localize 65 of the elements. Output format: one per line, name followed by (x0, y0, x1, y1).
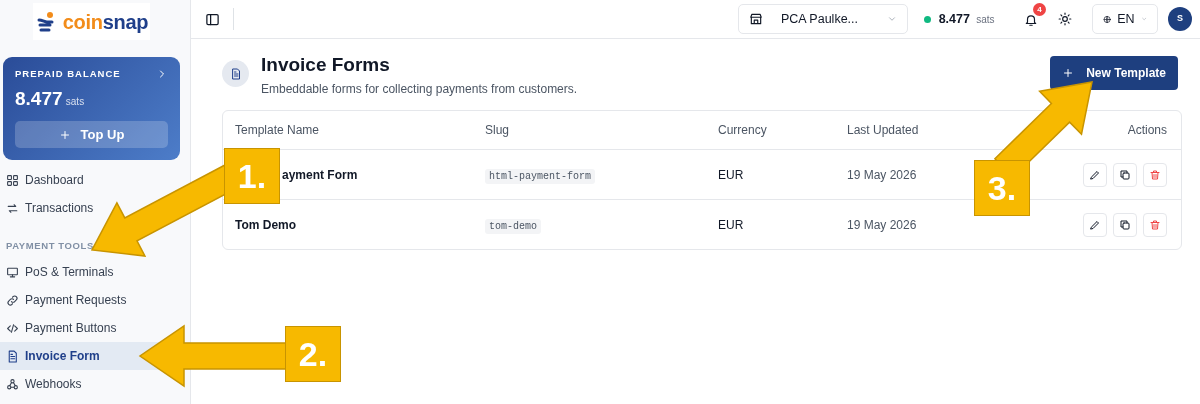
column-header: Template Name (235, 122, 321, 139)
link-icon (6, 293, 19, 307)
plus-icon (58, 128, 71, 141)
store-icon (748, 12, 763, 26)
sun-icon[interactable] (1058, 12, 1072, 26)
balance-amount: 8.477 (938, 10, 970, 28)
sidebar-item[interactable]: Payment Requests (0, 286, 133, 314)
sidebar-item[interactable]: Webhooks (0, 370, 88, 398)
pencil-icon (1089, 168, 1101, 181)
pencil-icon (1089, 218, 1101, 231)
table-cell-text: 19 May 2026 (847, 216, 918, 234)
table-cell-text: 19 May 2026 (847, 166, 918, 184)
column-header: Last Updated (847, 122, 920, 139)
callout-label: 2. (285, 326, 341, 382)
column-header: Currency (718, 122, 768, 139)
page-subtitle: Embeddable forms for collecting payments from customers. (261, 81, 578, 98)
balance-unit: sats (976, 12, 995, 27)
slug-tag: tom-demo (485, 218, 541, 234)
balance-unit: sats (65, 94, 85, 109)
sidebar-item[interactable]: Dashboard (0, 166, 90, 194)
sidebar-item[interactable]: PoS & Terminals (0, 258, 120, 286)
callout-label: 1. (224, 148, 280, 204)
trash-icon (1149, 218, 1161, 231)
sidebar-item[interactable]: Transactions (0, 194, 100, 222)
table-cell-text: ayment Form (282, 166, 358, 184)
status-dot (924, 15, 932, 23)
delete-button[interactable] (1143, 162, 1167, 187)
language-select[interactable]: EN (1092, 4, 1158, 34)
avatar[interactable]: S (1168, 7, 1192, 31)
balance-label: PREPAID BALANCE (15, 67, 121, 81)
column-header: Actions (1126, 122, 1167, 139)
table-cell-text: Tom Demo (235, 216, 297, 234)
column-header: Slug (485, 122, 511, 139)
copy-button[interactable] (1113, 212, 1137, 237)
document-icon (6, 349, 19, 363)
copy-icon (1119, 168, 1131, 181)
copy-icon (1119, 218, 1131, 231)
edit-button[interactable] (1083, 162, 1107, 187)
store-select[interactable]: PCA Paulke... (737, 4, 908, 34)
logo-text: coinsnap (62, 9, 149, 35)
page-title: Invoice Forms (261, 53, 391, 77)
webhook-icon (6, 377, 19, 391)
table-cell-text: EUR (718, 166, 745, 184)
trash-icon (1149, 168, 1161, 181)
plus-icon (1062, 67, 1075, 79)
grid-icon (6, 173, 19, 187)
callout-label: 3. (974, 160, 1030, 216)
balance-amount: 8.477 (15, 86, 63, 111)
monitor-icon (6, 265, 19, 279)
sidebar-toggle-icon[interactable] (205, 11, 220, 27)
notification-count: 4 (1033, 3, 1046, 17)
copy-button[interactable] (1113, 162, 1137, 187)
code-icon (6, 321, 19, 335)
sidebar-item[interactable]: Payment Buttons (0, 314, 123, 342)
table-cell-text: EUR (718, 216, 745, 234)
page-icon (222, 60, 249, 87)
delete-button[interactable] (1143, 212, 1167, 237)
new-template-button[interactable]: New Template (1050, 56, 1178, 90)
edit-button[interactable] (1083, 212, 1107, 237)
section-label: PAYMENT TOOLS (5, 239, 95, 253)
arrows-icon (6, 201, 19, 215)
top-up-button[interactable]: Top Up (15, 121, 168, 148)
bell-icon[interactable] (1024, 12, 1038, 27)
chevron-down-icon (886, 14, 897, 24)
slug-tag: html-payment-form (485, 168, 596, 184)
